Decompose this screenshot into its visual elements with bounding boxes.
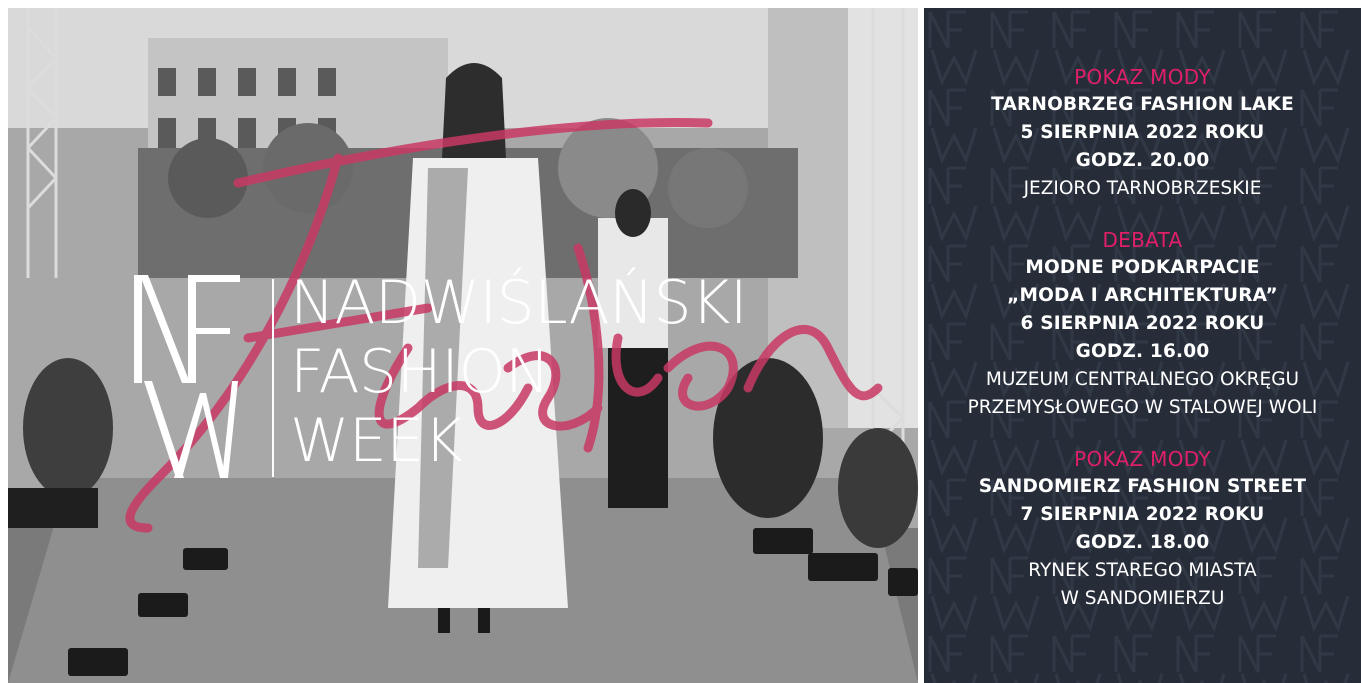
event-3: POKAZ MODY SANDOMIERZ FASHION STREET 7 S… xyxy=(924,445,1361,613)
event-venue: RYNEK STAREGO MIASTA xyxy=(1028,560,1257,581)
event-subtitle: „MODA I ARCHITEKTURA” xyxy=(1007,285,1278,306)
brand-logo: NADWIŚLAŃSKI FASHION WEEK xyxy=(130,269,748,483)
brand-wordmark: NADWIŚLAŃSKI FASHION WEEK xyxy=(290,268,748,476)
event-venue-line-2: PRZEMYSŁOWEGO W STALOWEJ WOLI xyxy=(967,397,1318,418)
event-venue: JEZIORO TARNOBRZESKIE xyxy=(1023,178,1262,199)
event-date: 6 SIERPNIA 2022 ROKU xyxy=(1020,313,1265,334)
event-time: GODZ. 20.00 xyxy=(1075,150,1210,171)
event-kind: POKAZ MODY xyxy=(1074,65,1211,89)
event-title: MODNE PODKARPACIE xyxy=(1025,257,1260,278)
event-kind: POKAZ MODY xyxy=(1074,447,1211,471)
event-2: DEBATA MODNE PODKARPACIE „MODA I ARCHITE… xyxy=(924,226,1361,422)
brand-line-3: WEEK xyxy=(290,406,463,476)
event-venue-line-2: W SANDOMIERZU xyxy=(1060,588,1225,609)
event-1: POKAZ MODY TARNOBRZEG FASHION LAKE 5 SIE… xyxy=(924,63,1361,203)
event-title: TARNOBRZEG FASHION LAKE xyxy=(991,94,1294,115)
event-title: SANDOMIERZ FASHION STREET xyxy=(978,476,1307,497)
brand-divider xyxy=(272,279,274,477)
events-panel: POKAZ MODY TARNOBRZEG FASHION LAKE 5 SIE… xyxy=(924,8,1361,683)
events-list: POKAZ MODY TARNOBRZEG FASHION LAKE 5 SIE… xyxy=(924,63,1361,636)
nfw-monogram-icon xyxy=(134,275,240,478)
brand-line-1: NADWIŚLAŃSKI xyxy=(290,268,748,338)
event-venue: MUZEUM CENTRALNEGO OKRĘGU xyxy=(985,369,1300,390)
event-time: GODZ. 18.00 xyxy=(1075,532,1210,553)
event-date: 5 SIERPNIA 2022 ROKU xyxy=(1020,122,1265,143)
event-date: 7 SIERPNIA 2022 ROKU xyxy=(1020,504,1265,525)
runway-photo: NADWIŚLAŃSKI FASHION WEEK xyxy=(8,8,918,683)
event-time: GODZ. 16.00 xyxy=(1075,341,1210,362)
poster: NADWIŚLAŃSKI FASHION WEEK POKAZ MODY TAR… xyxy=(0,0,1361,683)
brand-line-2: FASHION xyxy=(290,337,550,407)
event-kind: DEBATA xyxy=(1102,228,1183,252)
